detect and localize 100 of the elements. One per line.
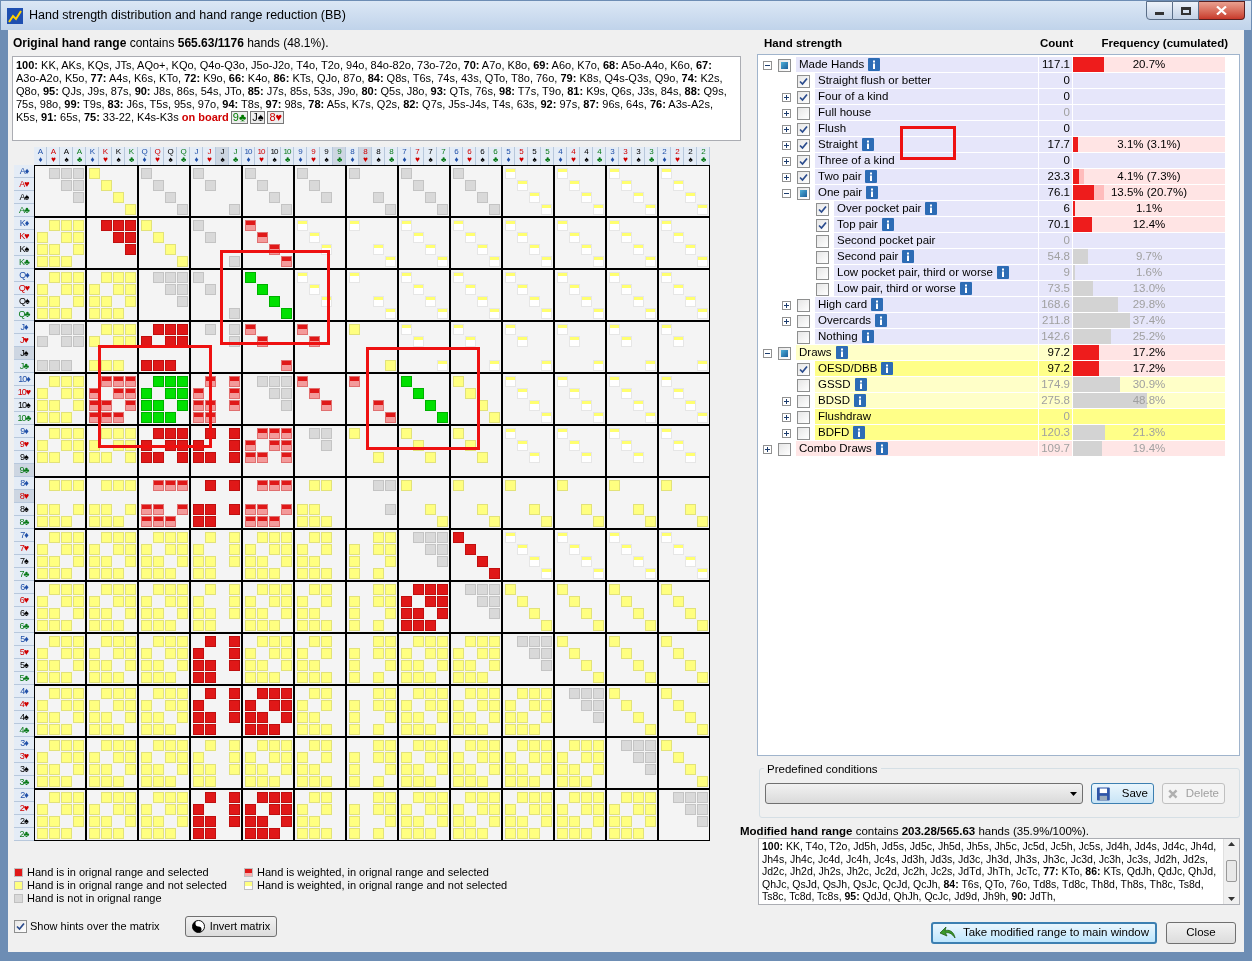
suit-label: ♥ [519, 156, 523, 164]
card-header: 9♦ [14, 425, 34, 438]
rank-label: A [50, 148, 56, 156]
tree-item[interactable]: Two pair [815, 169, 1038, 185]
tree-item[interactable]: Low pair, third or worse [834, 281, 1038, 297]
tree-item[interactable]: Flush [815, 121, 1038, 137]
card-header: 3♥ [14, 750, 34, 763]
tree-item-label: BDSD [818, 393, 850, 408]
tree-item-label: Flush [818, 121, 847, 136]
frequency-text: 13.5% (20.7%) [1109, 185, 1189, 200]
tree-item[interactable]: One pair [815, 185, 1038, 201]
rank-label: Q [141, 148, 147, 156]
tree-item[interactable]: BDFD [815, 425, 1038, 441]
tree-item[interactable]: Straight [815, 137, 1038, 153]
legend-text: Hand is in orignal range and not selected [27, 879, 227, 892]
card-header: 6♣ [14, 620, 34, 633]
count-cell: 54.8 [1039, 249, 1072, 265]
card-header: 7♥ [14, 542, 34, 555]
card-header: 8♦ [14, 477, 34, 490]
card-header: K♠ [14, 243, 34, 256]
card-header: 4♠ [14, 711, 34, 724]
card-header: 2♦ [14, 789, 34, 802]
card-header: 4♥ [14, 698, 34, 711]
frequency-text: 48.8% [1131, 393, 1167, 408]
save-button[interactable]: Save [1091, 783, 1154, 804]
suit-label: ♦ [402, 156, 406, 164]
frequency-text: 30.9% [1131, 377, 1167, 392]
tree-item[interactable]: Overcards [815, 313, 1038, 329]
tree-item-label: Combo Draws [799, 441, 872, 456]
tree-item[interactable]: High card [815, 297, 1038, 313]
suit-label: ♥ [311, 156, 315, 164]
rank-label: 5 [532, 148, 536, 156]
suit-label: ♠ [64, 156, 68, 164]
suit-label: ♦ [506, 156, 510, 164]
tree-item[interactable]: Nothing [815, 329, 1038, 345]
rank-label: 4 [558, 148, 562, 156]
tree-item[interactable]: Low pocket pair, third or worse [834, 265, 1038, 281]
rank-label: 8 [376, 148, 380, 156]
suit-label: ♣ [232, 156, 238, 164]
invert-matrix-button[interactable]: Invert matrix [184, 916, 278, 937]
rank-label: J [207, 148, 211, 156]
rank-label: 10 [270, 148, 278, 156]
tree-item[interactable]: Combo Draws [796, 441, 1038, 457]
close-dialog-button[interactable]: Close [1166, 922, 1236, 944]
card-header: 3♣ [14, 776, 34, 789]
suit-label: ♠ [480, 156, 484, 164]
card-header: 3♠ [14, 763, 34, 776]
tree-item[interactable]: Made Hands [796, 57, 1038, 73]
tree-item[interactable]: Second pair [834, 249, 1038, 265]
rank-label: 10 [257, 148, 265, 156]
count-cell: 142.6 [1039, 329, 1072, 345]
frequency-text: 3.1% (3.1%) [1116, 137, 1182, 152]
card-header: 5♠ [14, 659, 34, 672]
tree-item[interactable]: Full house [815, 105, 1038, 121]
tree-item[interactable]: GSSD [815, 377, 1038, 393]
count-cell: 109.7 [1039, 441, 1072, 457]
rank-label: 8 [350, 148, 354, 156]
card-header: 5♣ [14, 672, 34, 685]
count-cell: 0 [1039, 233, 1072, 249]
rank-label: 4 [584, 148, 588, 156]
tree-item[interactable]: Three of a kind [815, 153, 1038, 169]
card-header: J♣ [14, 360, 34, 373]
tree-item[interactable]: Second pocket pair [834, 233, 1038, 249]
rank-label: 2 [662, 148, 666, 156]
suit-label: ♥ [207, 156, 211, 164]
rank-label: 9 [311, 148, 315, 156]
frequency-text: 17.2% [1131, 361, 1167, 376]
card-header: 4♣ [14, 724, 34, 737]
tree-item[interactable]: Draws [796, 345, 1038, 361]
card-header: Q♣ [14, 308, 34, 321]
suit-label: ♣ [596, 156, 602, 164]
suit-label: ♦ [454, 156, 458, 164]
count-cell: 17.7 [1039, 137, 1072, 153]
frequency-text: 13.0% [1131, 281, 1167, 296]
rank-label: 2 [675, 148, 679, 156]
suit-label: ♦ [246, 156, 250, 164]
tree-item[interactable]: Over pocket pair [834, 201, 1038, 217]
count-cell: 73.5 [1039, 281, 1072, 297]
card-header: 9♣ [14, 464, 34, 477]
count-cell: 0 [1039, 105, 1072, 121]
tree-item[interactable]: Straight flush or better [815, 73, 1038, 89]
take-range-button[interactable]: Take modified range to main window [930, 922, 1157, 944]
rank-label: A [37, 148, 43, 156]
rank-label: 6 [493, 148, 497, 156]
tree-item[interactable]: OESD/DBB [815, 361, 1038, 377]
suit-label: ♣ [440, 156, 446, 164]
count-cell: 0 [1039, 153, 1072, 169]
rank-label: A [63, 148, 69, 156]
tree-item[interactable]: Four of a kind [815, 89, 1038, 105]
count-cell: 76.1 [1039, 185, 1072, 201]
suit-label: ♣ [648, 156, 654, 164]
rank-label: A [76, 148, 82, 156]
card-header: 8♥ [14, 490, 34, 503]
tree-item[interactable]: BDSD [815, 393, 1038, 409]
tree-item-label: Second pair [837, 249, 899, 264]
rank-label: K [102, 148, 108, 156]
rank-label: 6 [467, 148, 471, 156]
tree-item[interactable]: Flushdraw [815, 409, 1038, 425]
tree-item[interactable]: Top pair [834, 217, 1038, 233]
legend-text: Hand is weighted, in orignal range and not selected [257, 879, 508, 892]
